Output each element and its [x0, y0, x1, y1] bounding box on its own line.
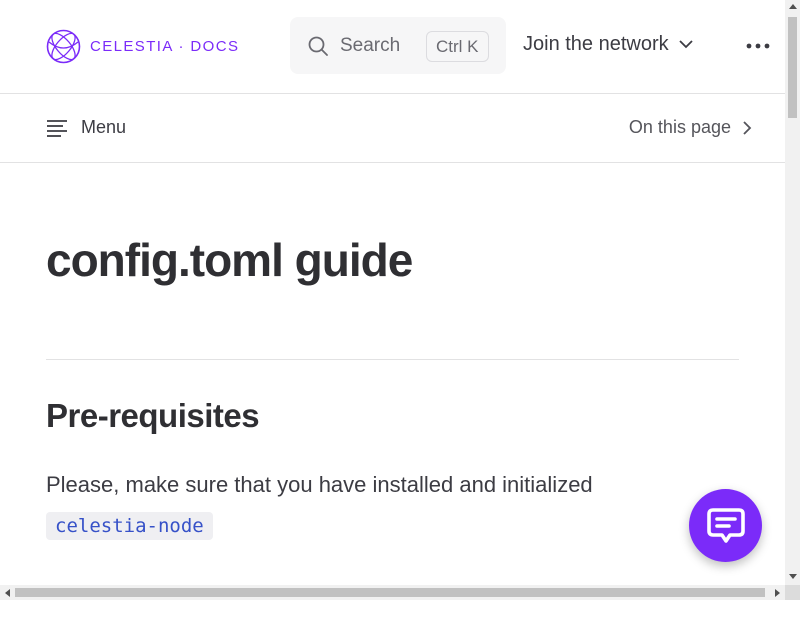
chat-bubble-icon — [706, 507, 745, 543]
scroll-left-arrow-icon[interactable] — [5, 589, 10, 597]
divider — [46, 359, 739, 360]
horizontal-scrollbar[interactable] — [0, 585, 785, 600]
join-network-label: Join the network — [523, 33, 669, 55]
chevron-right-icon — [743, 120, 752, 135]
top-navbar: CELESTIA · DOCS Search Ctrl K Join the n… — [0, 0, 785, 94]
page-title: config.toml guide — [46, 234, 413, 286]
body-paragraph: Please, make sure that you have installe… — [46, 472, 593, 497]
more-options-button[interactable] — [746, 34, 770, 63]
on-this-page-button[interactable]: On this page — [629, 117, 752, 138]
inline-code: celestia-node — [46, 512, 213, 540]
scroll-right-arrow-icon[interactable] — [775, 589, 780, 597]
celestia-logo-icon — [46, 29, 81, 64]
search-icon — [308, 36, 328, 56]
section-heading: Pre-requisites — [46, 397, 260, 434]
menu-button[interactable]: Menu — [46, 117, 126, 138]
search-label: Search — [340, 35, 401, 56]
vertical-scroll-thumb[interactable] — [788, 17, 797, 118]
logo-text: CELESTIA · DOCS — [90, 38, 240, 55]
logo-link[interactable]: CELESTIA · DOCS — [46, 29, 239, 64]
menu-label: Menu — [81, 117, 127, 137]
horizontal-scroll-thumb[interactable] — [15, 588, 765, 597]
scroll-down-arrow-icon[interactable] — [789, 574, 797, 579]
page-viewport: CELESTIA · DOCS Search Ctrl K Join the n… — [0, 0, 785, 585]
local-nav: Menu On this page — [0, 94, 785, 163]
search-button[interactable]: Search Ctrl K — [290, 17, 506, 74]
join-network-dropdown[interactable]: Join the network — [523, 33, 693, 56]
on-this-page-label: On this page — [628, 117, 731, 137]
chevron-down-icon — [679, 40, 693, 49]
scrollbar-corner — [785, 585, 800, 600]
vertical-scrollbar[interactable] — [785, 0, 800, 585]
more-dots-icon — [746, 43, 770, 49]
menu-lines-icon — [47, 119, 67, 137]
window-bottom-area — [0, 600, 800, 624]
scroll-up-arrow-icon[interactable] — [789, 4, 797, 9]
search-shortcut-badge: Ctrl K — [426, 31, 489, 62]
chat-button[interactable] — [689, 489, 762, 562]
